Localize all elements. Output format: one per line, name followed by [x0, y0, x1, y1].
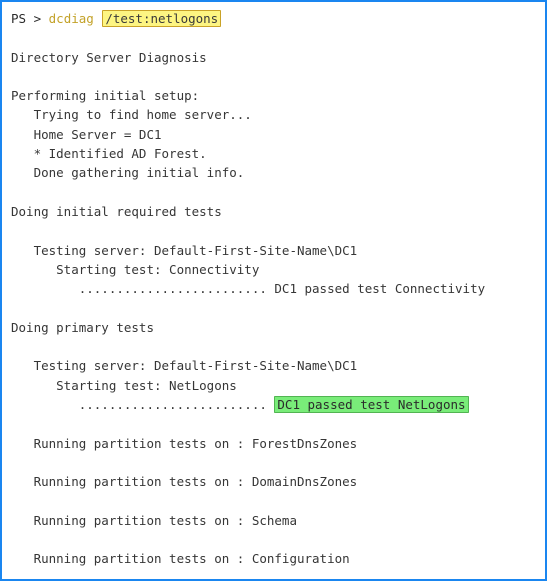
connectivity-result-text: DC1 passed test Connectivity [274, 281, 486, 297]
partition-test-line: Running partition tests on : DomainDnsZo… [11, 474, 358, 490]
netlogons-result-highlight: DC1 passed test NetLogons [274, 395, 469, 413]
primary-tests-header: Doing primary tests [11, 319, 154, 335]
partition-test-line: Running partition tests on : Schema [11, 512, 297, 528]
initial-setup-line: Home Server = DC1 [11, 126, 162, 142]
connectivity-dots: ......................... [11, 281, 275, 297]
partition-test-line: Running partition tests on : ForestDnsZo… [11, 435, 358, 451]
initial-required-tests-header: Doing initial required tests [11, 203, 222, 219]
initial-starting-test: Starting test: Connectivity [11, 261, 260, 277]
primary-starting-test: Starting test: NetLogons [11, 377, 237, 393]
netlogons-dots: ......................... [11, 396, 275, 412]
initial-setup-header: Performing initial setup: [11, 88, 200, 104]
console-output-area[interactable]: PS > dcdiag /test:netlogons Directory Se… [2, 2, 545, 579]
command-prompt-line[interactable]: PS > dcdiag /test:netlogons [2, 9, 545, 28]
initial-testing-server: Testing server: Default-First-Site-Name\… [11, 242, 358, 258]
command-argument-highlight: /test:netlogons [102, 10, 222, 27]
partition-test-line: Running partition tests on : Configurati… [11, 551, 350, 567]
command-name: dcdiag [48, 11, 94, 26]
diagnosis-title: Directory Server Diagnosis [11, 49, 207, 65]
initial-setup-line: Done gathering initial info. [11, 165, 245, 181]
prompt-symbol: PS > [11, 11, 42, 26]
primary-testing-server: Testing server: Default-First-Site-Name\… [11, 358, 358, 374]
netlogons-result-line: ......................... DC1 passed tes… [2, 395, 545, 414]
powershell-console-window[interactable]: PS > dcdiag /test:netlogons Directory Se… [0, 0, 547, 581]
command-space [94, 11, 102, 26]
connectivity-result-line: ......................... DC1 passed tes… [2, 279, 545, 298]
initial-setup-line: * Identified AD Forest. [11, 146, 207, 162]
initial-setup-line: Trying to find home server... [11, 107, 252, 123]
